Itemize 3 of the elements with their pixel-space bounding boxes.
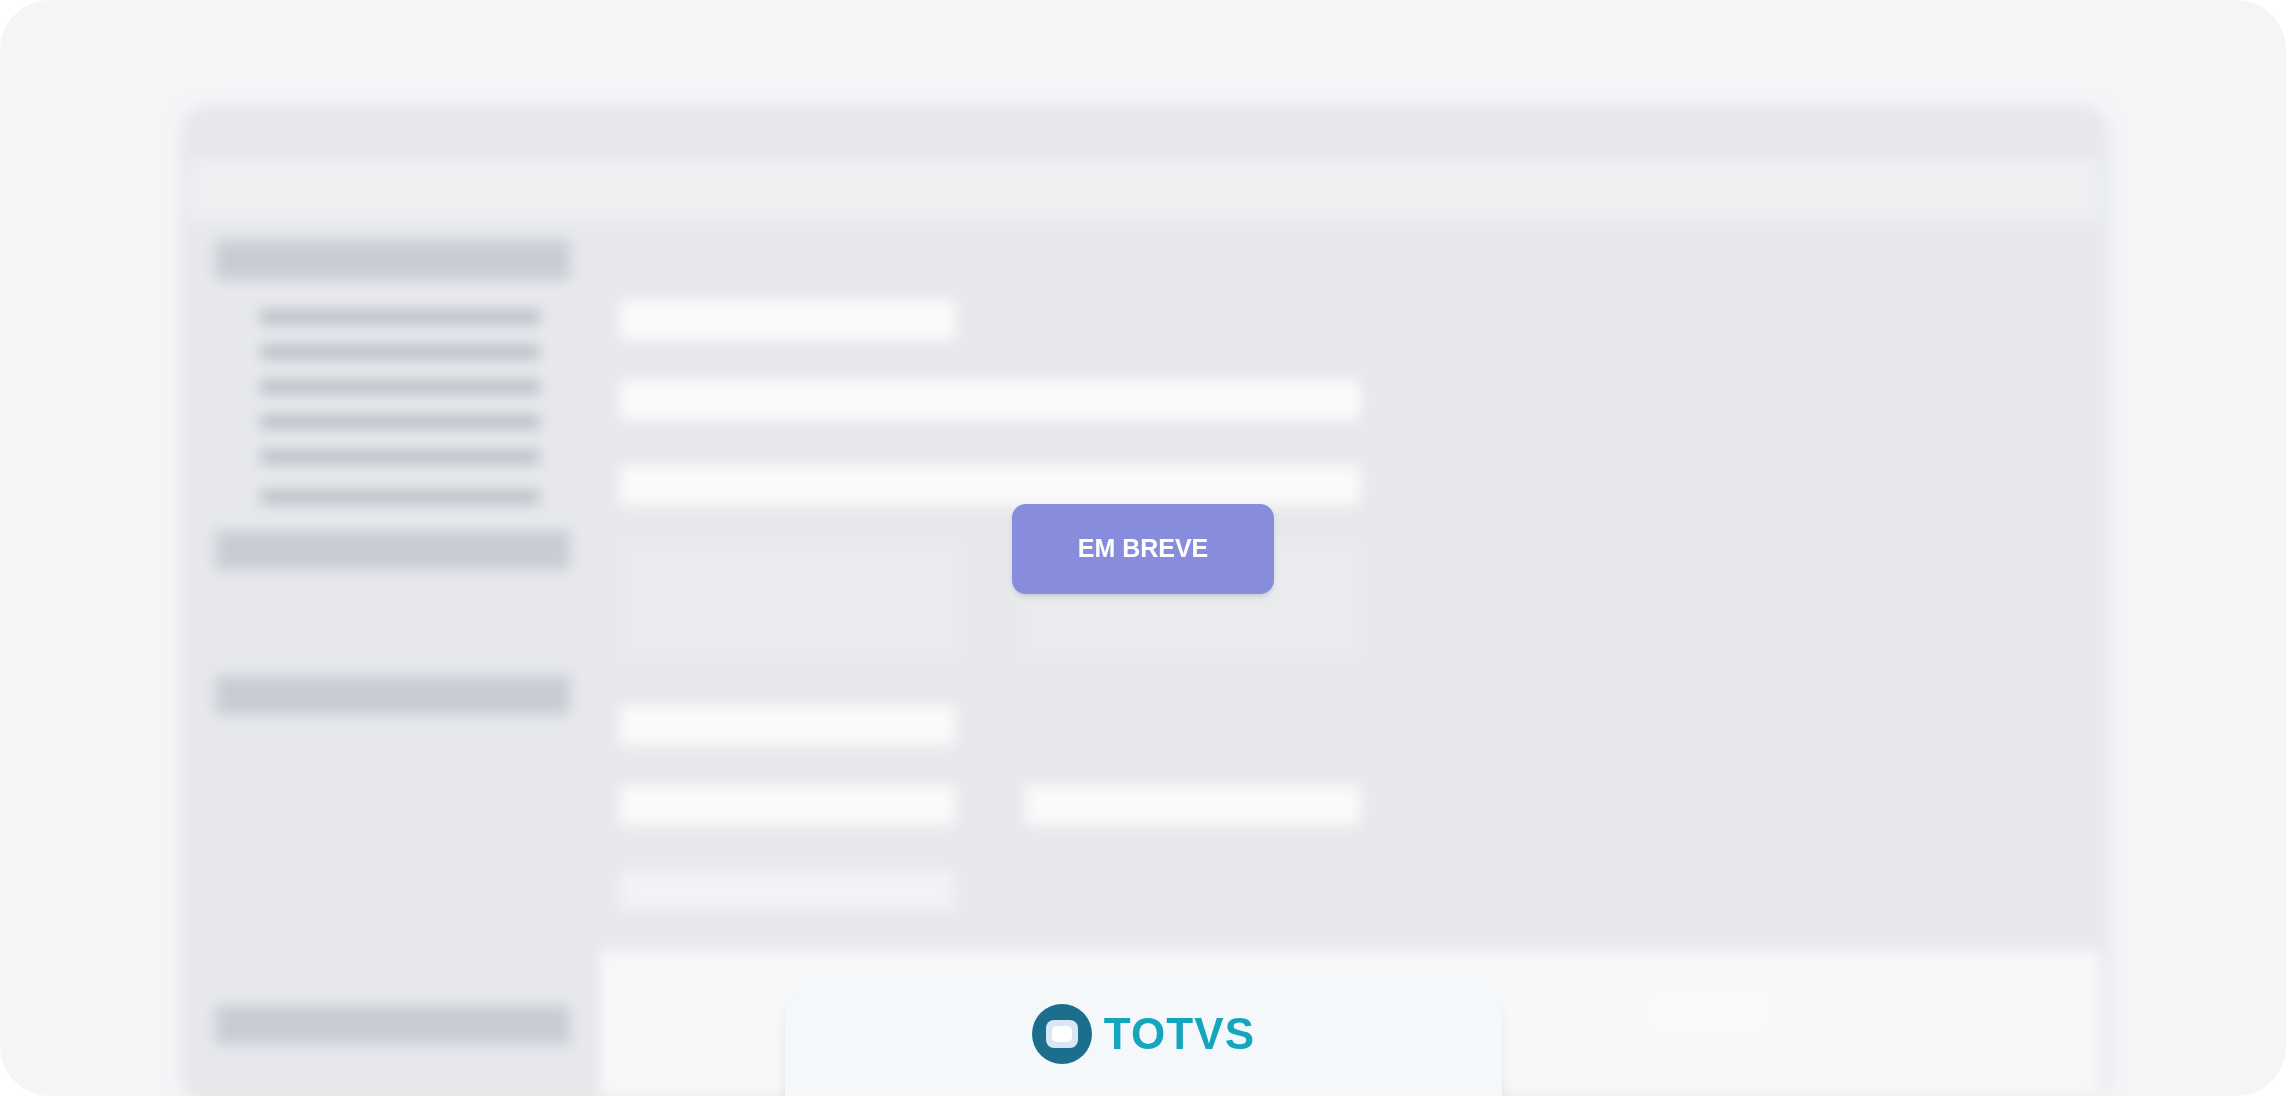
coming-soon-button[interactable]: EM BREVE (1012, 504, 1274, 594)
brand-name: TOTVS (1103, 1008, 1256, 1060)
logo-icon (1031, 1004, 1092, 1064)
